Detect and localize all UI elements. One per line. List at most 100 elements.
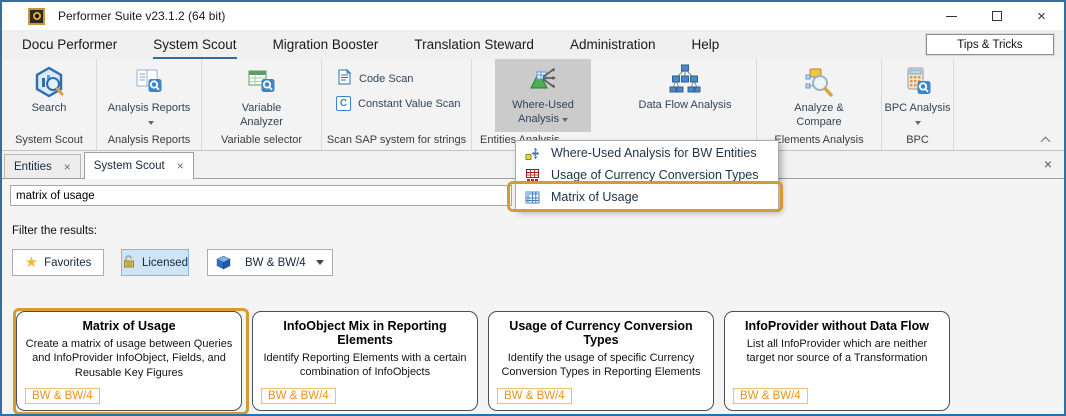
close-icon: × xyxy=(1037,9,1046,24)
star-icon: ★ xyxy=(25,255,38,270)
pane-close-icon[interactable]: × xyxy=(1044,156,1052,172)
card-badge: BW & BW/4 xyxy=(261,388,336,404)
menu-item-where-used-bw[interactable]: Where-Used Analysis for BW Entities xyxy=(516,142,778,164)
app-logo-icon xyxy=(28,8,45,25)
system-type-value: BW & BW/4 xyxy=(245,257,306,269)
card-currency-conversion[interactable]: Usage of Currency Conversion Types Ident… xyxy=(488,311,714,411)
card-badge: BW & BW/4 xyxy=(25,388,100,404)
card-description: Create a matrix of usage between Queries… xyxy=(25,337,233,380)
ribbon: Search System Scout xyxy=(2,59,1064,151)
menu-bar: Docu Performer System Scout Migration Bo… xyxy=(2,30,1064,59)
currency-conversion-icon xyxy=(525,168,540,183)
menu-item-label: Matrix of Usage xyxy=(551,190,639,204)
ribbon-group-elements-analysis: Analyze & Compare Elements Analysis xyxy=(757,59,882,150)
analysis-reports-button-label: Analysis Reports xyxy=(108,102,191,114)
code-scan-button-label: Code Scan xyxy=(359,73,413,85)
ribbon-group-label: BPC xyxy=(882,133,953,150)
bpc-analysis-button[interactable]: BPC Analysis xyxy=(883,62,953,130)
variable-analyzer-button[interactable]: Variable Analyzer xyxy=(222,62,302,130)
analyze-compare-button[interactable]: Analyze & Compare xyxy=(776,62,862,130)
dropdown-arrow-icon xyxy=(316,260,324,265)
card-description: Identify the usage of specific Currency … xyxy=(497,351,705,380)
system-type-dropdown[interactable]: BW & BW/4 xyxy=(207,249,333,276)
cube-icon xyxy=(216,255,231,270)
search-input[interactable] xyxy=(10,185,512,206)
ribbon-group-bpc: BPC Analysis BPC xyxy=(882,59,954,150)
bpc-calculator-icon xyxy=(902,66,934,98)
analyze-compare-icon xyxy=(803,66,835,98)
licensed-button-label: Licensed xyxy=(142,257,188,269)
minimize-button[interactable] xyxy=(929,2,974,30)
where-used-arrows-icon xyxy=(527,63,559,95)
menu-item-translation-steward[interactable]: Translation Steward xyxy=(414,30,534,59)
ribbon-group-label: Variable selector xyxy=(202,133,321,150)
licensed-filter-button[interactable]: Licensed xyxy=(121,249,189,276)
report-magnifier-icon xyxy=(133,66,165,98)
card-infoobject-mix[interactable]: InfoObject Mix in Reporting Elements Ide… xyxy=(252,311,478,411)
tips-and-tricks-button[interactable]: Tips & Tricks xyxy=(926,34,1054,55)
close-button[interactable]: × xyxy=(1019,2,1064,30)
tab-system-scout[interactable]: System Scout × xyxy=(84,152,194,179)
caret-down-icon xyxy=(148,121,154,125)
menu-item-migration-booster[interactable]: Migration Booster xyxy=(273,30,379,59)
where-used-analysis-button[interactable]: Where-Used Analysis xyxy=(495,59,591,132)
tab-close-icon[interactable]: × xyxy=(64,160,71,174)
tab-label: System Scout xyxy=(94,160,165,172)
minimize-icon xyxy=(946,16,957,17)
code-document-icon xyxy=(336,69,352,88)
ribbon-group-variable-selector: Variable Analyzer Variable selector xyxy=(202,59,322,150)
where-used-dropdown-menu: Where-Used Analysis for BW Entities Usag… xyxy=(515,140,779,210)
maximize-button[interactable] xyxy=(974,2,1019,30)
ribbon-group-scan-sap: Code Scan C Constant Value Scan Scan SAP… xyxy=(322,59,472,150)
search-button-label: Search xyxy=(32,102,67,114)
menu-item-label: Usage of Currency Conversion Types xyxy=(551,168,759,182)
app-window: Performer Suite v23.1.2 (64 bit) × Docu … xyxy=(0,0,1066,416)
tab-entities[interactable]: Entities × xyxy=(4,154,81,178)
matrix-table-icon xyxy=(525,190,540,205)
menu-item-matrix-of-usage[interactable]: Matrix of Usage xyxy=(516,186,778,208)
analyze-compare-button-label: Analyze & Compare xyxy=(794,102,844,128)
card-list: Matrix of Usage Create a matrix of usage… xyxy=(16,311,950,411)
title-bar: Performer Suite v23.1.2 (64 bit) × xyxy=(2,2,1064,30)
menu-item-docu-performer[interactable]: Docu Performer xyxy=(22,30,117,59)
ribbon-group-system-scout: Search System Scout xyxy=(2,59,97,150)
constant-c-icon: C xyxy=(336,96,351,111)
ribbon-group-entities-analysis: Where-Used Analysis xyxy=(472,59,757,150)
content-area: Filter the results: ★ Favorites Licensed xyxy=(2,179,1064,413)
tab-close-icon[interactable]: × xyxy=(177,159,184,173)
variable-table-magnifier-icon xyxy=(246,66,278,98)
menu-item-system-scout[interactable]: System Scout xyxy=(153,30,236,59)
menu-item-label: Where-Used Analysis for BW Entities xyxy=(551,146,757,160)
ribbon-group-label: Analysis Reports xyxy=(97,133,201,150)
filter-results-label: Filter the results: xyxy=(12,225,97,237)
analysis-reports-button[interactable]: Analysis Reports xyxy=(106,62,192,130)
card-title: Usage of Currency Conversion Types xyxy=(497,319,705,347)
ribbon-collapse-button[interactable] xyxy=(1042,135,1050,143)
favorites-button-label: Favorites xyxy=(44,257,91,269)
search-icon xyxy=(33,66,65,98)
data-flow-tree-icon xyxy=(669,63,701,95)
menu-item-help[interactable]: Help xyxy=(691,30,719,59)
card-badge: BW & BW/4 xyxy=(733,388,808,404)
card-infoprovider-without-dataflow[interactable]: InfoProvider without Data Flow List all … xyxy=(724,311,950,411)
favorites-filter-button[interactable]: ★ Favorites xyxy=(12,249,104,276)
ribbon-group-analysis-reports: Analysis Reports Analysis Reports xyxy=(97,59,202,150)
data-flow-analysis-button[interactable]: Data Flow Analysis xyxy=(637,59,733,112)
card-badge: BW & BW/4 xyxy=(497,388,572,404)
menu-item-currency-conversion[interactable]: Usage of Currency Conversion Types xyxy=(516,164,778,186)
card-title: InfoProvider without Data Flow xyxy=(733,319,941,333)
ribbon-group-label: Scan SAP system for strings xyxy=(322,133,471,150)
code-scan-button[interactable]: Code Scan xyxy=(336,69,413,88)
menu-item-administration[interactable]: Administration xyxy=(570,30,656,59)
data-flow-analysis-button-label: Data Flow Analysis xyxy=(639,99,732,111)
card-description: Identify Reporting Elements with a certa… xyxy=(261,351,469,380)
constant-value-scan-button[interactable]: C Constant Value Scan xyxy=(336,96,461,111)
variable-analyzer-button-label: Variable Analyzer xyxy=(240,102,283,128)
card-title: InfoObject Mix in Reporting Elements xyxy=(261,319,469,347)
tab-label: Entities xyxy=(14,161,52,173)
where-used-bw-icon xyxy=(525,146,540,161)
card-matrix-of-usage[interactable]: Matrix of Usage Create a matrix of usage… xyxy=(16,311,242,411)
search-button[interactable]: Search xyxy=(32,62,67,115)
maximize-icon xyxy=(992,11,1002,21)
caret-down-icon xyxy=(915,121,921,125)
